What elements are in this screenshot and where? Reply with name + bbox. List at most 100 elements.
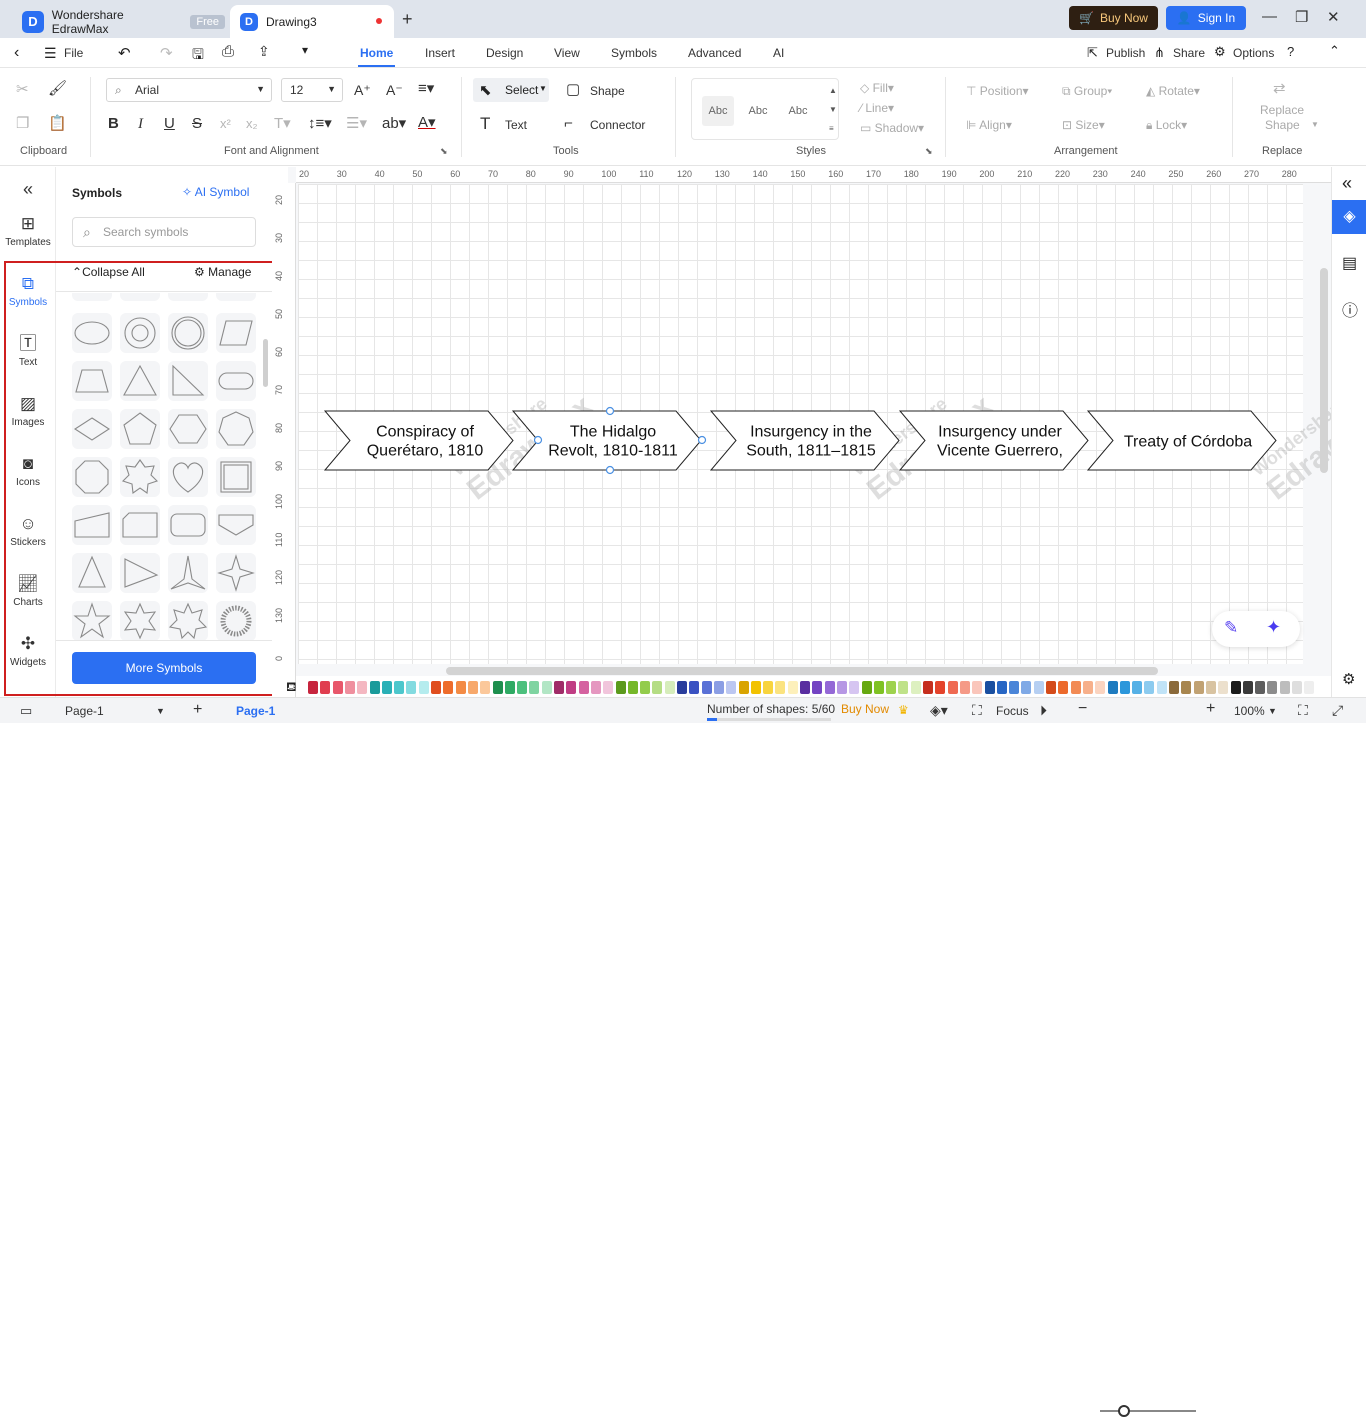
color-swatch[interactable] [861,681,872,694]
format-painter-icon[interactable]: 🖌 [48,81,67,97]
zoom-in-icon[interactable]: + [1206,700,1215,718]
print-icon[interactable]: ⎙ [222,43,234,60]
color-swatch[interactable] [886,681,897,694]
shape-icon[interactable]: ▢ [566,82,580,98]
copy-icon[interactable]: ❐ [16,116,29,132]
selection-handle[interactable] [605,406,615,416]
sign-in-button[interactable]: 👤 Sign In [1166,6,1246,30]
color-swatch[interactable] [738,681,749,694]
app-tab[interactable]: D Wondershare EdrawMax Free [12,5,225,38]
color-swatch[interactable] [1033,681,1044,694]
minimize-icon[interactable]: — [1262,8,1277,25]
color-swatch[interactable] [1119,681,1130,694]
color-swatch[interactable] [910,681,921,694]
color-swatch[interactable] [418,681,429,694]
color-swatch[interactable] [800,681,810,694]
replace-shape-label-2[interactable]: Shape [1265,118,1300,132]
text-tool[interactable]: Text [505,118,527,132]
zoom-slider-thumb[interactable] [1118,1405,1130,1417]
color-swatch[interactable] [923,681,933,694]
color-swatch[interactable] [1205,681,1216,694]
file-menu[interactable]: File [64,46,83,60]
save-icon[interactable]: 🖫 [192,44,204,68]
color-swatch[interactable] [529,681,540,694]
page-layout-icon[interactable]: ▭ [20,703,32,719]
plus-icon[interactable]: + [402,9,413,30]
styles-dialog-launcher-icon[interactable]: ⬊ [925,146,933,157]
options-button[interactable]: Options [1233,46,1274,60]
timeline-step[interactable]: Conspiracy of Querétaro, 1810 [323,410,514,471]
decrease-font-icon[interactable]: A⁻ [386,82,403,98]
fill-button[interactable]: ◇ Fill▾ [860,81,894,95]
color-swatch[interactable] [1095,681,1106,694]
color-swatch[interactable] [369,681,380,694]
help-circle-icon[interactable]: ⓘ [1342,297,1358,321]
color-swatch[interactable] [566,681,577,694]
color-swatch[interactable] [394,681,405,694]
color-swatch[interactable] [1279,681,1290,694]
increase-font-icon[interactable]: A⁺ [354,82,371,98]
color-swatch[interactable] [1267,681,1278,694]
lock-button[interactable]: 🔒︎ Lock▾ [1146,118,1187,133]
shadow-button[interactable]: ▭ Shadow▾ [860,121,924,135]
color-swatch[interactable] [332,681,343,694]
back-icon[interactable]: ‹ [14,44,19,62]
color-swatch[interactable] [603,681,614,694]
tab-home[interactable]: Home [357,46,396,67]
zoom-out-icon[interactable]: − [1078,700,1087,718]
tab-design[interactable]: Design [486,46,523,60]
collapse-ribbon-icon[interactable]: ⌃ [1329,43,1340,59]
undo-icon[interactable]: ↶ [118,44,131,62]
color-swatch[interactable] [812,681,823,694]
color-swatch[interactable] [627,681,638,694]
color-swatch[interactable] [689,681,700,694]
collapse-sidebar-icon[interactable]: « [0,179,56,200]
settings-icon[interactable]: ⚙ [1342,670,1355,688]
italic-icon[interactable]: I [138,116,143,132]
color-swatch[interactable] [1156,681,1167,694]
tab-insert[interactable]: Insert [425,46,455,60]
color-swatch[interactable] [640,681,651,694]
select-tool[interactable]: ⬉ Select ▼ [473,78,549,102]
color-swatch[interactable] [1058,681,1069,694]
color-swatch[interactable] [406,681,417,694]
color-swatch[interactable] [1304,681,1315,694]
ai-sparkle-icon[interactable]: ✦ [1266,617,1281,638]
tab-symbols[interactable]: Symbols [611,46,657,60]
ai-magic-wand-icon[interactable]: ✎ [1224,618,1238,638]
strikethrough-icon[interactable]: S [192,116,202,132]
color-swatch[interactable] [504,681,515,694]
publish-button[interactable]: Publish [1106,46,1145,60]
color-swatch[interactable] [480,681,491,694]
color-swatch[interactable] [554,681,564,694]
font-size-select[interactable]: 12 ▼ [281,78,343,102]
color-swatch[interactable] [713,681,724,694]
color-swatch[interactable] [344,681,355,694]
quick-access-dropdown-icon[interactable]: ▾ [302,43,308,57]
page-select[interactable]: Page-1 [65,704,104,718]
vertical-scrollbar[interactable] [1320,268,1328,473]
color-swatch[interactable] [357,681,368,694]
page-tab[interactable]: Page-1 [236,704,275,718]
color-swatch[interactable] [1242,681,1253,694]
color-swatch[interactable] [947,681,958,694]
subscript-icon[interactable]: x₂ [246,116,258,132]
font-color-icon[interactable]: A▾ [418,115,436,131]
style-preset-3[interactable]: Abc [782,96,814,126]
help-icon[interactable]: ? [1287,44,1294,59]
buy-now-button[interactable]: 🛒 Buy Now [1069,6,1158,30]
group-button[interactable]: ⧉ Group▾ [1062,84,1112,99]
share-button[interactable]: Share [1173,46,1205,60]
cut-icon[interactable]: ✂ [16,82,29,98]
text-case-icon[interactable]: T▾ [274,116,291,132]
shape-tool[interactable]: Shape [590,84,625,98]
color-swatch[interactable] [1107,681,1118,694]
timeline-step[interactable]: Insurgency in the South, 1811–1815 [709,410,900,471]
add-page-icon[interactable]: + [193,701,202,719]
line-button[interactable]: ⁄ Line▾ [860,101,894,115]
ai-symbol-button[interactable]: ✧ AI Symbol [182,185,249,199]
style-preset-2[interactable]: Abc [742,96,774,126]
color-swatch[interactable] [763,681,774,694]
font-dialog-launcher-icon[interactable]: ⬊ [440,146,448,157]
color-swatch[interactable] [972,681,983,694]
